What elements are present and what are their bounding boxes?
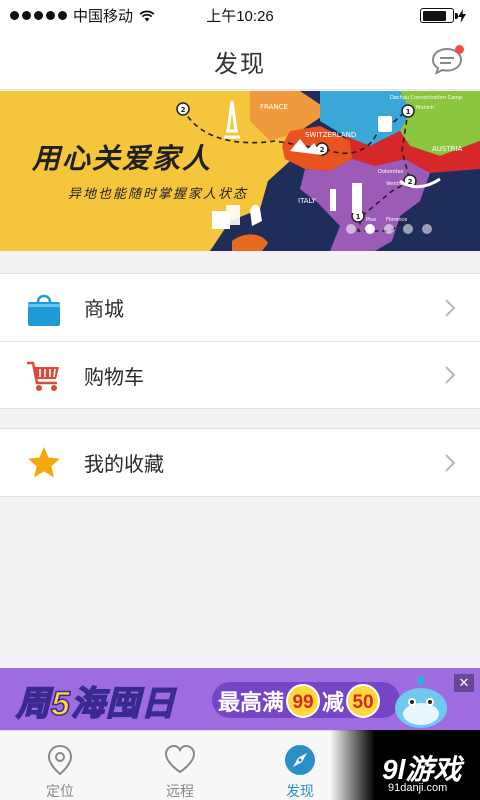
tab-label: 远程 [166, 783, 194, 799]
banner-title: 用心关爱家人 [32, 143, 213, 174]
menu-group-favorites: 我的收藏 [0, 428, 480, 497]
carousel-dot[interactable] [365, 224, 375, 234]
star-icon [28, 446, 60, 477]
ad-coin-50: 50 [346, 684, 381, 718]
ad-coin-99: 99 [286, 684, 321, 718]
heart-icon [164, 744, 196, 774]
tab-label: 定位 [46, 783, 74, 799]
menu-group-shop: 商城 购物车 [0, 273, 480, 409]
ad-offer-text1: 最高满 [218, 690, 285, 715]
menu-item-cart[interactable]: 购物车 [0, 341, 480, 408]
map-label-venice: Venice [386, 181, 403, 187]
ad-headline: 周5海囤日 [15, 676, 176, 725]
chevron-right-icon [445, 298, 456, 317]
map-label-dolomites: Dolomites [378, 169, 404, 175]
carousel-dot[interactable] [422, 224, 432, 234]
menu-item-favorites[interactable]: 我的收藏 [0, 429, 480, 496]
banner-subtitle: 异地也能随时掌握家人状态 [68, 186, 249, 201]
ad-headline-number: 5 [50, 684, 71, 724]
promo-banner[interactable]: 22121 FRANCE SWITZERLAND AUSTRIA ITALY D… [0, 91, 480, 251]
compass-icon [285, 745, 315, 775]
location-pin-icon [47, 744, 73, 776]
map-label-france: FRANCE [260, 103, 288, 111]
shopping-bag-icon [28, 294, 60, 326]
chevron-right-icon [445, 366, 456, 384]
svg-text:2: 2 [181, 106, 186, 114]
carousel-dot[interactable] [403, 224, 413, 234]
page-title: 发现 [214, 51, 266, 78]
watermark-url: 91danji.com [388, 782, 448, 794]
ad-close-button[interactable]: ✕ [454, 674, 474, 692]
map-label-dachau: Dachau Concentration Camp [390, 95, 463, 101]
ad-headline-part1: 周 [15, 684, 51, 724]
carousel-dot[interactable] [384, 224, 394, 234]
ad-offer-text2: 减 [322, 690, 345, 715]
map-label-munich: Munich [416, 105, 434, 111]
menu-item-label: 我的收藏 [84, 454, 164, 476]
tab-remote[interactable]: 远程 [120, 731, 240, 800]
map-label-pisa: Pisa [366, 217, 376, 223]
site-watermark: 9l游戏 91danji.com [330, 730, 480, 800]
carousel-dot[interactable] [346, 224, 356, 234]
whale-mascot-icon [395, 676, 447, 728]
svg-text:1: 1 [406, 108, 411, 116]
clock: 上午10:26 [206, 8, 274, 25]
nav-header: 发现 [0, 30, 480, 90]
notification-badge [455, 45, 464, 54]
map-label-switzerland: SWITZERLAND [305, 131, 357, 139]
ad-offer: 最高满 99 减 50 [218, 684, 381, 718]
map-label-italy: ITALY [298, 197, 316, 205]
status-bar: 中国移动 上午10:26 [0, 0, 480, 30]
menu-item-label: 购物车 [84, 366, 144, 389]
messages-button[interactable] [430, 44, 464, 76]
map-label-florence: Florence [386, 217, 408, 223]
tab-location[interactable]: 定位 [0, 731, 120, 800]
menu-item-label: 商城 [84, 299, 124, 321]
charging-bolt-icon [458, 8, 466, 23]
battery-icon [420, 8, 466, 23]
svg-text:1: 1 [356, 213, 361, 221]
ad-banner[interactable]: 周5海囤日 最高满 99 减 50 ✕ [0, 668, 480, 730]
ad-headline-part2: 海囤日 [70, 684, 176, 724]
menu-item-mall[interactable]: 商城 [0, 274, 480, 341]
chevron-right-icon [445, 453, 456, 472]
carousel-indicator[interactable] [346, 224, 432, 234]
map-label-austria: AUSTRIA [432, 145, 463, 153]
shopping-cart-icon [27, 361, 59, 391]
